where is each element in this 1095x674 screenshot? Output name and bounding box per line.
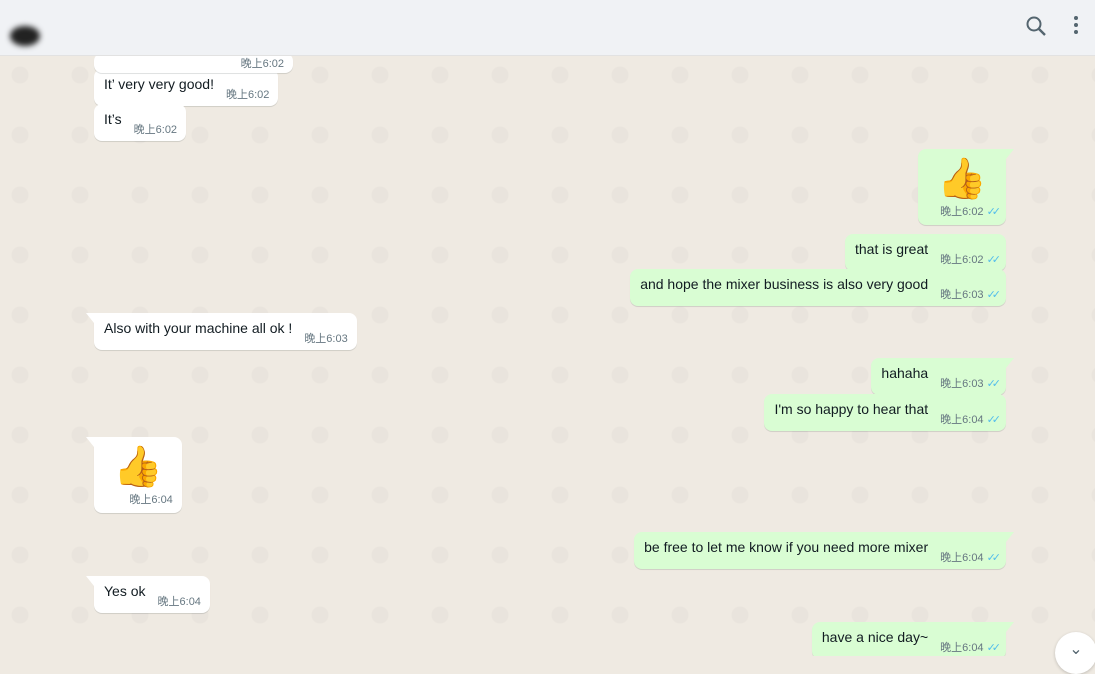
- message-incoming: Also with your machine all ok ! 晚上6:03: [86, 313, 357, 350]
- message-incoming-emoji: 👍 晚上6:04: [86, 437, 182, 513]
- chevron-down-icon: ⌄: [1069, 641, 1083, 658]
- message-text: I'm so happy to hear that: [774, 401, 929, 417]
- read-ticks-icon: ✓✓: [986, 205, 1002, 218]
- scroll-down-button[interactable]: ⌄: [1055, 632, 1095, 674]
- message-time: 晚上6:03: [940, 289, 984, 301]
- read-ticks-icon: ✓✓: [986, 413, 1002, 426]
- chat-header: [0, 0, 1095, 56]
- message-time: 晚上6:02: [240, 58, 284, 70]
- message-time: 晚上6:04: [129, 494, 173, 506]
- message-incoming: Yes ok 晚上6:04: [86, 576, 210, 613]
- message-text: It’ very very good!: [104, 76, 214, 92]
- message-outgoing: and hope the mixer business is also very…: [630, 269, 1006, 306]
- message-text: Yes ok: [104, 583, 146, 599]
- message-time: 晚上6:02: [940, 206, 984, 218]
- thumbs-up-emoji: 👍: [937, 157, 987, 201]
- message-time: 晚上6:02: [133, 124, 178, 136]
- message-time: 晚上6:04: [157, 596, 201, 608]
- message-outgoing: hahaha 晚上6:03 ✓✓: [871, 358, 1014, 395]
- read-ticks-icon: ✓✓: [986, 641, 1002, 654]
- message-time: 晚上6:02: [940, 254, 984, 266]
- message-outgoing: I'm so happy to hear that 晚上6:04 ✓✓: [764, 394, 1006, 431]
- thumbs-up-emoji: 👍: [113, 445, 163, 489]
- message-incoming: It’ very very good! 晚上6:02: [94, 69, 279, 106]
- message-text: be free to let me know if you need more …: [644, 539, 929, 555]
- read-ticks-icon: ✓✓: [986, 288, 1002, 301]
- message-text: hahaha: [881, 365, 929, 381]
- search-icon[interactable]: [1024, 14, 1050, 40]
- message-time: 晚上6:03: [940, 378, 984, 390]
- message-text: that is great: [854, 241, 929, 257]
- message-outgoing: have a nice day~ 晚上6:04 ✓✓: [811, 622, 1015, 656]
- message-text: have a nice day~: [821, 629, 929, 645]
- message-incoming: It’s 晚上6:02: [94, 104, 187, 141]
- message-text: and hope the mixer business is also very…: [640, 276, 929, 292]
- message-list[interactable]: 晚上6:02 It’ very very good! 晚上6:02 It’s 晚…: [0, 55, 1095, 656]
- message-time: 晚上6:03: [304, 333, 348, 345]
- message-time: 晚上6:04: [940, 414, 984, 426]
- message-time: 晚上6:02: [225, 89, 270, 101]
- message-outgoing: be free to let me know if you need more …: [634, 532, 1014, 569]
- message-text: Also with your machine all ok !: [104, 320, 293, 336]
- read-ticks-icon: ✓✓: [986, 377, 1002, 390]
- message-outgoing: that is great 晚上6:02 ✓✓: [844, 234, 1006, 271]
- message-time: 晚上6:04: [940, 552, 984, 564]
- read-ticks-icon: ✓✓: [986, 253, 1002, 266]
- contact-avatar[interactable]: [10, 26, 40, 46]
- kebab-menu-icon[interactable]: [1066, 14, 1092, 40]
- message-outgoing-emoji: 👍 晚上6:02 ✓✓: [918, 149, 1014, 225]
- read-ticks-icon: ✓✓: [986, 551, 1002, 564]
- message-text: It’s: [104, 111, 122, 127]
- message-incoming: 晚上6:02: [94, 55, 293, 73]
- message-time: 晚上6:04: [940, 642, 984, 654]
